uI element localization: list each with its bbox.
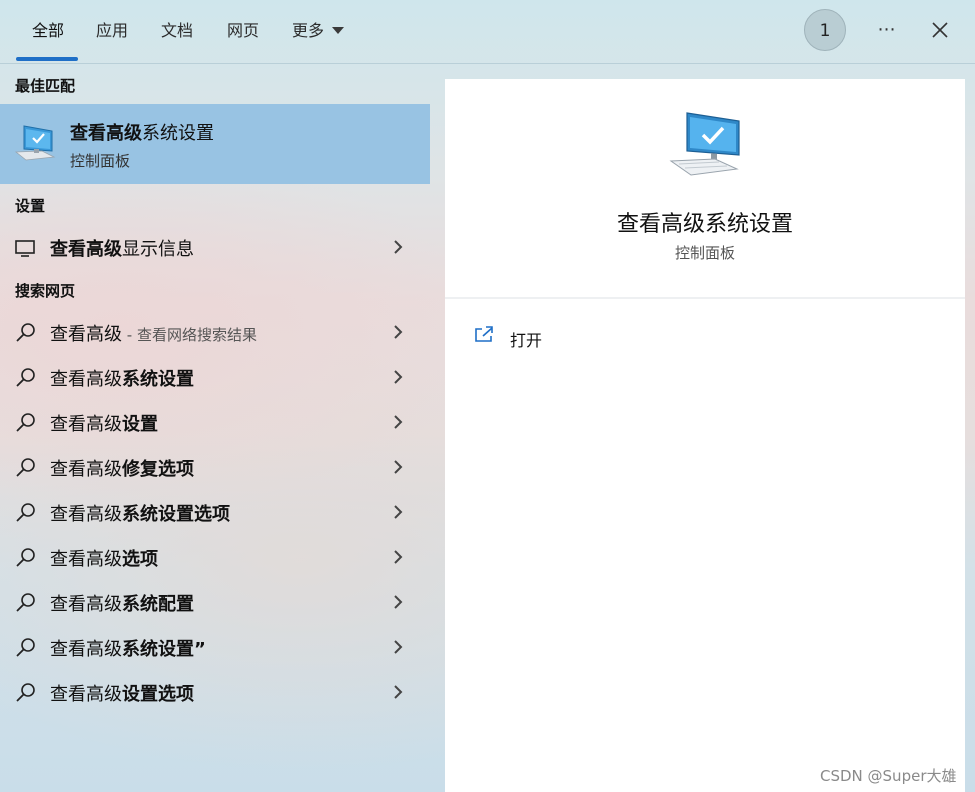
tab-apps[interactable]: 应用 (96, 18, 128, 44)
avatar[interactable]: 1 (804, 9, 846, 51)
section-web-search: 搜索网页 (15, 282, 76, 300)
web-search-item[interactable]: 查看高级设置选项 (0, 671, 430, 713)
web-search-label: 查看高级设置选项 (50, 684, 194, 705)
web-search-label: 查看高级系统设置 (50, 369, 194, 390)
chevron-right-icon (394, 505, 403, 519)
close-icon[interactable] (925, 15, 955, 45)
search-icon (16, 503, 35, 522)
search-icon (16, 593, 35, 612)
web-search-label: 查看高级修复选项 (50, 459, 194, 480)
web-search-item[interactable]: 查看高级系统设置 (0, 356, 430, 398)
search-icon (16, 458, 35, 477)
best-match-item[interactable]: 查看高级系统设置 控制面板 (0, 104, 430, 184)
web-search-item[interactable]: 查看高级系统设置选项 (0, 491, 430, 533)
active-tab-indicator (16, 57, 78, 61)
web-search-label: 查看高级设置 (50, 414, 158, 435)
open-action-button[interactable]: 打开 (473, 323, 673, 351)
ellipsis-icon[interactable]: ⋯ (870, 14, 904, 46)
search-icon (16, 548, 35, 567)
chevron-right-icon (394, 415, 403, 429)
search-icon (16, 413, 35, 432)
section-settings: 设置 (15, 197, 46, 215)
tab-all[interactable]: 全部 (32, 18, 64, 44)
computer-monitor-icon (14, 125, 56, 161)
web-search-item[interactable]: 查看高级修复选项 (0, 446, 430, 488)
preview-header: 查看高级系统设置 控制面板 (445, 79, 965, 299)
search-tabs-bar: 全部 应用 文档 网页 更多 1 ⋯ (0, 0, 975, 64)
web-search-item[interactable]: 查看高级系统设置” (0, 626, 430, 668)
section-best-match: 最佳匹配 (15, 77, 76, 95)
web-search-label: 查看高级 - 查看网络搜索结果 (50, 324, 257, 345)
settings-result-item[interactable]: 查看高级显示信息 (0, 226, 430, 268)
tab-more[interactable]: 更多 (292, 18, 345, 44)
web-search-item[interactable]: 查看高级系统配置 (0, 581, 430, 623)
preview-title: 查看高级系统设置 (616, 212, 793, 237)
caret-down-icon (332, 27, 345, 34)
tab-web[interactable]: 网页 (227, 18, 259, 44)
search-icon (16, 368, 35, 387)
web-search-label: 查看高级系统配置 (50, 594, 194, 615)
web-search-label: 查看高级选项 (50, 549, 158, 570)
chevron-right-icon (394, 595, 403, 609)
tab-more-label: 更多 (292, 21, 325, 40)
display-icon (15, 240, 35, 257)
web-search-item[interactable]: 查看高级选项 (0, 536, 430, 578)
chevron-right-icon (394, 240, 403, 254)
web-search-item[interactable]: 查看高级 - 查看网络搜索结果 (0, 311, 430, 353)
chevron-right-icon (394, 685, 403, 699)
best-match-title: 查看高级系统设置 (70, 123, 214, 144)
chevron-right-icon (394, 370, 403, 384)
settings-result-label: 查看高级显示信息 (50, 239, 194, 260)
open-external-icon (475, 326, 493, 342)
chevron-right-icon (394, 460, 403, 474)
chevron-right-icon (394, 325, 403, 339)
preview-subtitle: 控制面板 (674, 244, 735, 262)
computer-monitor-icon (669, 112, 740, 176)
best-match-subtitle: 控制面板 (70, 152, 131, 170)
web-search-label: 查看高级系统设置选项 (50, 504, 230, 525)
preview-panel: 查看高级系统设置 控制面板 打开 (445, 79, 965, 792)
chevron-right-icon (394, 550, 403, 564)
web-search-item[interactable]: 查看高级设置 (0, 401, 430, 443)
tab-documents[interactable]: 文档 (161, 18, 193, 44)
search-icon (16, 323, 35, 342)
web-search-label: 查看高级系统设置” (50, 639, 206, 660)
open-action-label: 打开 (510, 331, 543, 350)
search-icon (16, 683, 35, 702)
search-icon (16, 638, 35, 657)
chevron-right-icon (394, 640, 403, 654)
watermark: CSDN @Super大雄 (820, 767, 957, 785)
